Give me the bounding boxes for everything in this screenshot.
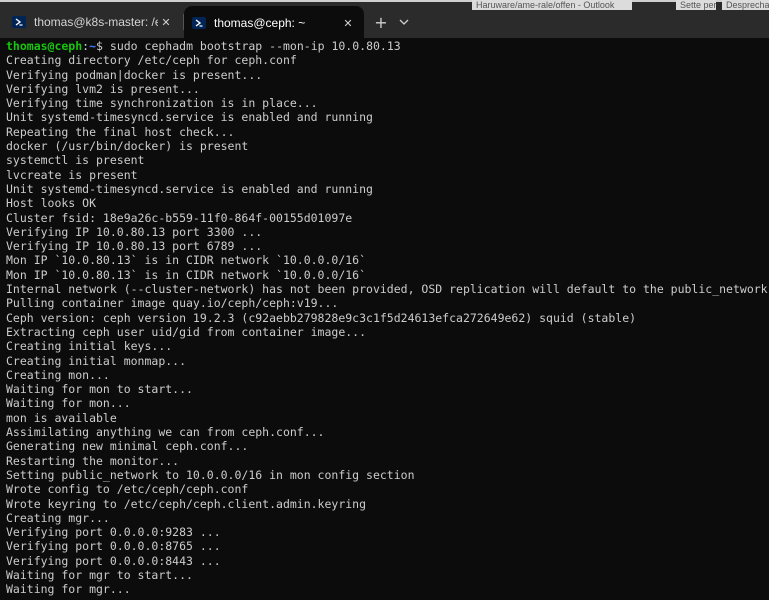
terminal-line: Unit systemd-timesyncd.service is enable…: [6, 110, 373, 125]
terminal-line: Ceph version: ceph version 19.2.3 (c92ae…: [6, 310, 637, 325]
terminal-line: Generating new minimal ceph.conf...: [6, 439, 249, 454]
tab-label: thomas@k8s-master: /etc/netplan: [34, 15, 158, 29]
terminal-line: Verifying podman|docker is present...: [6, 67, 263, 82]
terminal-line: Verifying IP 10.0.80.13 port 6789 ...: [6, 239, 263, 254]
background-window-fragment: Sette pers: [676, 0, 716, 10]
terminal-line: Wrote keyring to /etc/ceph/ceph.client.a…: [6, 496, 367, 511]
background-window-fragment: Haruware/ame-rale/offen - Outlook: [472, 0, 632, 10]
prompt-user-host: thomas@ceph: [6, 39, 83, 53]
new-tab-button[interactable]: +: [370, 11, 392, 33]
terminal-line: Unit systemd-timesyncd.service is enable…: [6, 181, 373, 196]
terminal-line: Waiting for mon...: [6, 396, 131, 411]
terminal-line: Assimilating anything we can from ceph.c…: [6, 425, 325, 440]
prompt-symbol: $: [96, 39, 110, 53]
terminal-output[interactable]: thomas@ceph:~$ sudo cephadm bootstrap --…: [0, 38, 769, 600]
terminal-line: Pulling container image quay.io/ceph/cep…: [6, 296, 339, 311]
terminal-line: Creating mon...: [6, 367, 110, 382]
terminal-line: Verifying time synchronization is in pla…: [6, 96, 318, 111]
prompt-command: sudo cephadm bootstrap --mon-ip 10.0.80.…: [109, 39, 401, 53]
tab-label: thomas@ceph: ~: [214, 16, 306, 30]
terminal-line: Wrote config to /etc/ceph/ceph.conf: [6, 482, 249, 497]
terminal-line: Creating directory /etc/ceph for ceph.co…: [6, 53, 297, 68]
terminal-line: Verifying port 0.0.0.0:8443 ...: [6, 553, 221, 568]
terminal-line: docker (/usr/bin/docker) is present: [6, 139, 249, 154]
terminal-line: Verifying port 0.0.0.0:9283 ...: [6, 525, 221, 540]
output-lines: Creating directory /etc/ceph for ceph.co…: [6, 53, 769, 596]
terminal-line: Mon IP `10.0.80.13` is in CIDR network `…: [6, 267, 367, 282]
tab-ceph[interactable]: thomas@ceph: ~ ✕: [184, 6, 364, 40]
terminal-line: Waiting for mgr...: [6, 582, 131, 597]
terminal-line: Verifying lvm2 is present...: [6, 81, 200, 96]
prompt-path: ~: [89, 39, 97, 53]
terminal-line: lvcreate is present: [6, 167, 138, 182]
terminal-line: Creating initial monmap...: [6, 353, 187, 368]
close-icon[interactable]: ✕: [158, 14, 174, 30]
terminal-line: Waiting for mon to start...: [6, 382, 193, 397]
terminal-line: Host looks OK: [6, 196, 97, 211]
terminal-line: Mon IP `10.0.80.13` is in CIDR network `…: [6, 253, 367, 268]
terminal-line: Cluster fsid: 18e9a26c-b559-11f0-864f-00…: [6, 210, 353, 225]
background-window-fragment: Desprechatel: [722, 0, 769, 10]
terminal-line: Verifying port 0.0.0.0:8765 ...: [6, 539, 221, 554]
terminal-line: Waiting for mgr to start...: [6, 567, 193, 582]
tab-bar: Haruware/ame-rale/offen - Outlook Sette …: [0, 0, 769, 40]
tab-k8s-master[interactable]: thomas@k8s-master: /etc/netplan ✕: [4, 6, 182, 38]
terminal-line: Restarting the monitor...: [6, 453, 180, 468]
terminal-line: Extracting ceph user uid/gid from contai…: [6, 324, 367, 339]
chevron-down-icon[interactable]: [394, 11, 414, 33]
terminal-line: Verifying IP 10.0.80.13 port 3300 ...: [6, 224, 263, 239]
terminal-line: systemctl is present: [6, 153, 145, 168]
terminal-line: Setting public_network to 10.0.0.0/16 in…: [6, 467, 415, 482]
powershell-icon: [12, 16, 26, 28]
terminal-line: Creating initial keys...: [6, 339, 173, 354]
powershell-icon: [192, 17, 206, 29]
close-icon[interactable]: ✕: [340, 15, 356, 31]
terminal-line: Internal network (--cluster-network) has…: [6, 282, 768, 297]
terminal-line: Creating mgr...: [6, 510, 110, 525]
terminal-line: mon is available: [6, 410, 117, 425]
terminal-line: Repeating the final host check...: [6, 124, 235, 139]
prompt-line: thomas@ceph:~$ sudo cephadm bootstrap --…: [6, 39, 769, 53]
